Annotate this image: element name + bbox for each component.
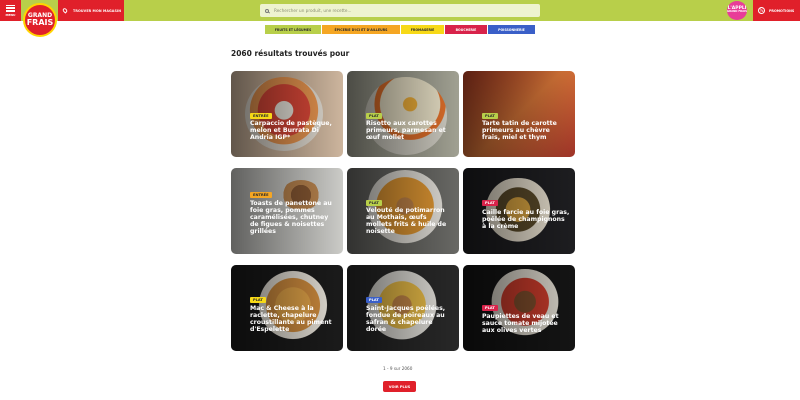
card-overlay <box>347 71 459 157</box>
recipe-tag: ENTRÉE <box>250 113 272 119</box>
recipe-card[interactable]: PLAT Velouté de potimarron au Mothais, œ… <box>347 168 459 254</box>
recipe-title: Toasts de panettone au foie gras, pommes… <box>250 200 332 236</box>
recipe-title: Caille farcie au foie gras, poêlée de ch… <box>482 209 570 231</box>
recipe-tag: PLAT <box>366 200 382 206</box>
recipe-card[interactable]: PLAT Mac & Cheese à la raclette, chapelu… <box>231 265 343 351</box>
logo-line2: FRAIS <box>26 18 54 27</box>
category-boucherie[interactable]: BOUCHERIE <box>445 25 487 34</box>
recipe-title: Carpaccio de pastèque, melon et Burrata … <box>250 120 332 142</box>
recipe-title: Mac & Cheese à la raclette, chapelure cr… <box>250 305 332 334</box>
recipe-card[interactable]: PLAT Risotto aux carottes primeurs, parm… <box>347 71 459 157</box>
search-input[interactable]: Rechercher un produit, une recette... <box>260 4 540 17</box>
search-placeholder: Rechercher un produit, une recette... <box>274 8 352 13</box>
percent-icon: % <box>758 7 765 14</box>
pagination-text: 1 - 9 sur 2060 <box>383 366 413 371</box>
menu-button[interactable]: MENU <box>0 0 21 21</box>
recipe-tag: PLAT <box>482 200 498 206</box>
card-overlay <box>463 265 575 351</box>
promotions-link[interactable]: % PROMOTIONS <box>753 0 800 21</box>
recipe-card[interactable]: ENTRÉE Carpaccio de pastèque, melon et B… <box>231 71 343 157</box>
app-badge-line2: GRAND FRAIS <box>727 10 747 14</box>
recipe-tag: PLAT <box>366 113 382 119</box>
find-store-link[interactable]: TROUVER MON MAGASIN <box>58 0 124 21</box>
recipe-tag: PLAT <box>482 305 498 311</box>
hamburger-icon <box>6 4 15 12</box>
recipe-title: Saint-Jacques poêlées, fondue de poireau… <box>366 305 446 334</box>
category-fromagerie[interactable]: FROMAGERIE <box>401 25 444 34</box>
recipe-tag: PLAT <box>482 113 498 119</box>
recipe-card[interactable]: PLAT Paupiettes de veau et sauce tomate … <box>463 265 575 351</box>
see-more-button[interactable]: VOIR PLUS <box>383 381 416 392</box>
category-nav: FRUITS ET LÉGUMES ÉPICERIE D'ICI ET D'AI… <box>265 25 535 34</box>
category-poissonnerie[interactable]: POISSONNERIE <box>488 25 535 34</box>
recipe-title: Velouté de potimarron au Mothais, œufs m… <box>366 207 447 236</box>
search-icon <box>265 8 269 13</box>
recipe-card[interactable]: PLAT Caille farcie au foie gras, poêlée … <box>463 168 575 254</box>
top-header: MENU TROUVER MON MAGASIN Rechercher un p… <box>0 0 800 21</box>
logo[interactable]: GRAND FRAIS <box>23 3 57 37</box>
recipe-tag: ENTRÉE <box>250 192 272 198</box>
recipe-card[interactable]: ENTRÉE Toasts de panettone au foie gras,… <box>231 168 343 254</box>
recipe-tag: PLAT <box>366 297 382 303</box>
map-pin-icon <box>61 7 69 14</box>
recipe-card[interactable]: PLAT Tarte tatin de carotte primeurs au … <box>463 71 575 157</box>
app-badge[interactable]: L'APPLI GRAND FRAIS <box>727 1 747 20</box>
category-epicerie[interactable]: ÉPICERIE D'ICI ET D'AILLEURS <box>322 25 400 34</box>
card-overlay <box>231 71 343 157</box>
recipe-title: Risotto aux carottes primeurs, parmesan … <box>366 120 446 142</box>
recipe-card[interactable]: PLAT Saint-Jacques poêlées, fondue de po… <box>347 265 459 351</box>
card-overlay <box>463 71 575 157</box>
find-store-label: TROUVER MON MAGASIN <box>73 8 122 13</box>
menu-label: MENU <box>5 12 16 17</box>
results-heading: 2060 résultats trouvés pour <box>231 49 350 58</box>
promotions-label: PROMOTIONS <box>769 8 795 13</box>
recipe-tag: PLAT <box>250 297 266 303</box>
category-fruits-legumes[interactable]: FRUITS ET LÉGUMES <box>265 25 321 34</box>
recipe-title: Paupiettes de veau et sauce tomate mijot… <box>482 313 559 335</box>
recipe-title: Tarte tatin de carotte primeurs au chèvr… <box>482 120 557 142</box>
